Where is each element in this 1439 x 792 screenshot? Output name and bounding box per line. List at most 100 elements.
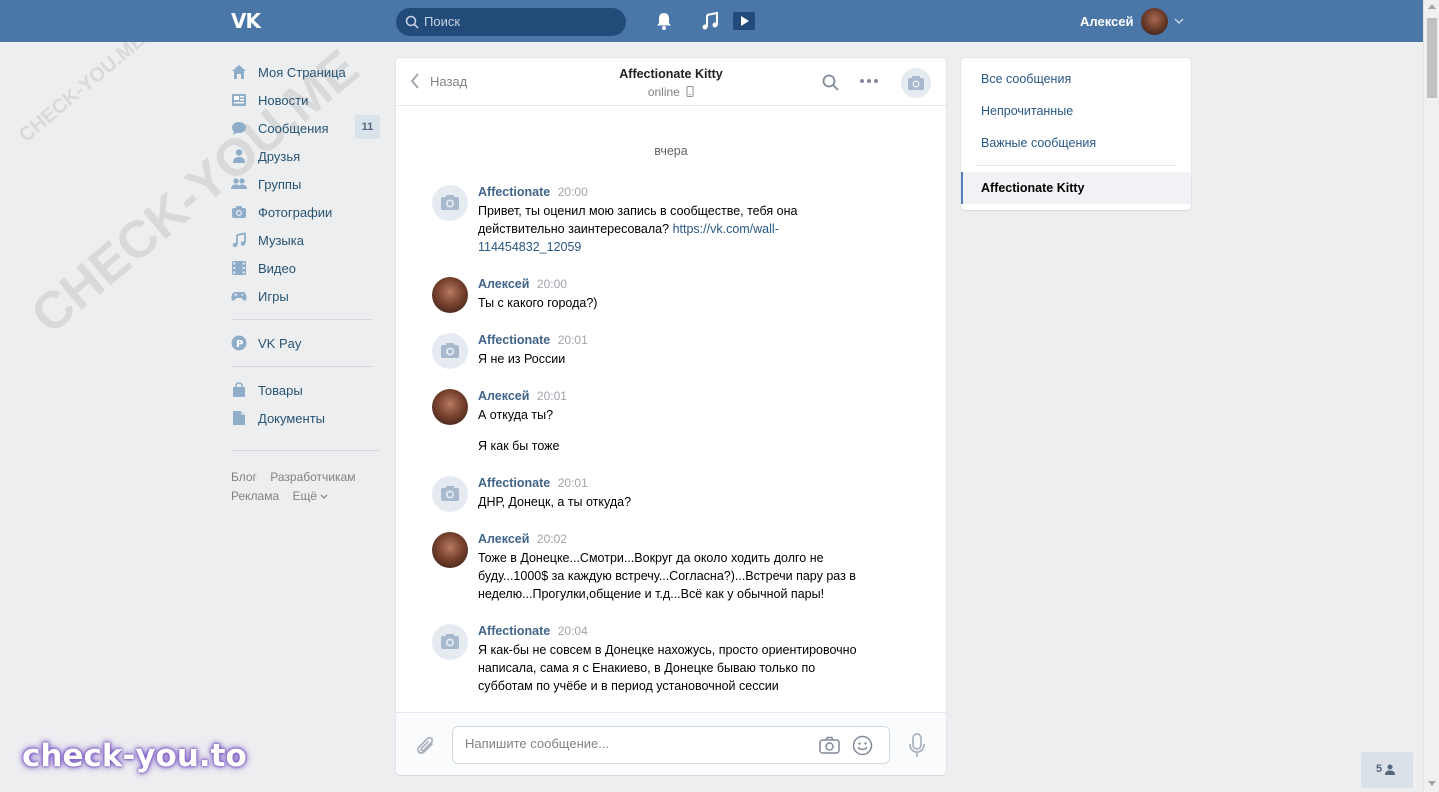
sidebar-item-friends[interactable]: Друзья — [231, 142, 381, 170]
search-icon — [405, 15, 419, 29]
sidebar-item-label: Музыка — [258, 232, 304, 248]
search-box[interactable]: Поиск — [396, 8, 626, 36]
user-name[interactable]: Алексей — [1080, 14, 1134, 29]
friends-icon — [233, 149, 245, 163]
message-filters-panel: Все сообщения Непрочитанные Важные сообщ… — [961, 58, 1191, 210]
chat-panel: Назад Affectionate Kitty online вчера Af… — [396, 58, 946, 775]
message-time: 20:00 — [557, 185, 588, 199]
online-count: 5 — [1376, 763, 1383, 775]
message-author[interactable]: Алексей — [478, 532, 529, 546]
online-friends-widget[interactable]: 5 — [1361, 752, 1413, 788]
camera-icon — [908, 76, 924, 90]
message-author[interactable]: Affectionate — [478, 624, 550, 638]
user-avatar[interactable] — [1141, 8, 1168, 35]
footer-link-ads[interactable]: Реклама — [231, 489, 279, 503]
chat-avatar[interactable] — [901, 68, 931, 98]
play-video-icon[interactable] — [732, 11, 756, 31]
message-avatar[interactable] — [432, 624, 468, 660]
message-avatar[interactable] — [432, 277, 468, 313]
camera-icon — [441, 634, 459, 649]
chat-header: Назад Affectionate Kitty online — [396, 58, 946, 106]
message-avatar[interactable] — [432, 333, 468, 369]
camera-icon — [232, 206, 246, 218]
paperclip-icon[interactable] — [416, 735, 436, 757]
search-placeholder: Поиск — [424, 14, 461, 29]
nav-divider — [231, 450, 379, 451]
message-input[interactable] — [465, 736, 805, 751]
filter-all-messages[interactable]: Все сообщения — [981, 72, 1071, 86]
message-author[interactable]: Алексей — [478, 389, 529, 403]
shopping-bag-icon — [233, 382, 245, 397]
sidebar-item-music[interactable]: Музыка — [231, 226, 381, 254]
footer-link-more[interactable]: Ещё — [292, 489, 328, 503]
chevron-down-icon[interactable] — [1173, 16, 1185, 26]
watermark-small: CHECK-YOU.ME — [15, 29, 150, 147]
message-input-box[interactable] — [452, 726, 890, 764]
vk-logo[interactable]: VK — [231, 9, 265, 33]
filter-divider — [976, 165, 1176, 166]
scrollbar-thumb[interactable] — [1427, 18, 1437, 98]
scrollbar[interactable] — [1423, 0, 1439, 792]
sidebar-item-label: Фотографии — [258, 204, 333, 220]
svg-text:VK: VK — [231, 11, 262, 31]
camera-icon — [441, 486, 459, 501]
sidebar-item-label: VK Pay — [258, 335, 302, 351]
message-text: ДНР, Донецк, а ты откуда? — [478, 495, 632, 509]
message-header: Алексей 20:00 — [478, 277, 567, 291]
sidebar-item-news[interactable]: Новости — [231, 86, 381, 114]
scroll-up-arrow[interactable] — [1428, 4, 1436, 9]
sidebar-item-games[interactable]: Игры — [231, 282, 381, 310]
online-status: online — [647, 85, 680, 99]
sidebar-item-my-page[interactable]: Моя Страница — [231, 58, 381, 86]
sidebar-item-market[interactable]: Товары — [231, 376, 381, 404]
sidebar-item-documents[interactable]: Документы — [231, 404, 381, 432]
more-dots-icon[interactable] — [859, 78, 879, 84]
camera-icon[interactable] — [819, 736, 840, 754]
sidebar-item-vkpay[interactable]: P VK Pay — [231, 329, 381, 357]
footer-link-blog[interactable]: Блог — [231, 470, 257, 484]
active-conversation-item[interactable]: Affectionate Kitty — [961, 172, 1191, 204]
message-time: 20:01 — [557, 476, 588, 490]
search-icon[interactable] — [822, 74, 839, 91]
video-icon — [232, 261, 246, 275]
message-author[interactable]: Алексей — [478, 277, 529, 291]
sidebar-item-groups[interactable]: Группы — [231, 170, 381, 198]
message-header: Affectionate 20:04 — [478, 624, 588, 638]
music-icon — [232, 232, 246, 248]
message-text: А откуда ты? — [478, 408, 554, 422]
message-time: 20:01 — [536, 389, 567, 403]
user-icon — [1385, 764, 1395, 775]
document-icon — [233, 411, 245, 425]
camera-icon — [441, 343, 459, 358]
chat-status: online — [396, 85, 946, 99]
sidebar-item-messages[interactable]: Сообщения 11 — [231, 114, 381, 142]
sidebar-item-photos[interactable]: Фотографии — [231, 198, 381, 226]
messages-count-badge: 11 — [355, 115, 380, 139]
message-avatar[interactable] — [432, 476, 468, 512]
groups-icon — [231, 178, 247, 189]
filter-important[interactable]: Важные сообщения — [981, 136, 1096, 150]
sidebar-item-label: Моя Страница — [258, 64, 346, 80]
message-author[interactable]: Affectionate — [478, 185, 550, 199]
vk-logo-icon: VK — [231, 9, 263, 33]
message-avatar[interactable] — [432, 389, 468, 425]
date-divider: вчера — [654, 144, 688, 158]
scroll-down-arrow[interactable] — [1428, 781, 1436, 786]
chevron-down-icon — [320, 494, 328, 499]
microphone-icon[interactable] — [908, 733, 926, 759]
message-text: Тоже в Донецке...Смотри...Вокруг да окол… — [478, 551, 856, 601]
news-icon — [232, 94, 246, 106]
message-avatar[interactable] — [432, 185, 468, 221]
sidebar-item-video[interactable]: Видео — [231, 254, 381, 282]
filter-unread[interactable]: Непрочитанные — [981, 104, 1073, 118]
message-author[interactable]: Affectionate — [478, 333, 550, 347]
message-avatar[interactable] — [432, 532, 468, 568]
bell-icon[interactable] — [654, 11, 674, 31]
message-author[interactable]: Affectionate — [478, 476, 550, 490]
message-time: 20:00 — [536, 277, 567, 291]
smile-icon[interactable] — [852, 735, 873, 756]
sidebar-item-label: Документы — [258, 410, 326, 426]
music-note-icon[interactable] — [700, 11, 720, 31]
mobile-phone-icon — [686, 86, 694, 97]
footer-link-developers[interactable]: Разработчикам — [270, 470, 355, 484]
